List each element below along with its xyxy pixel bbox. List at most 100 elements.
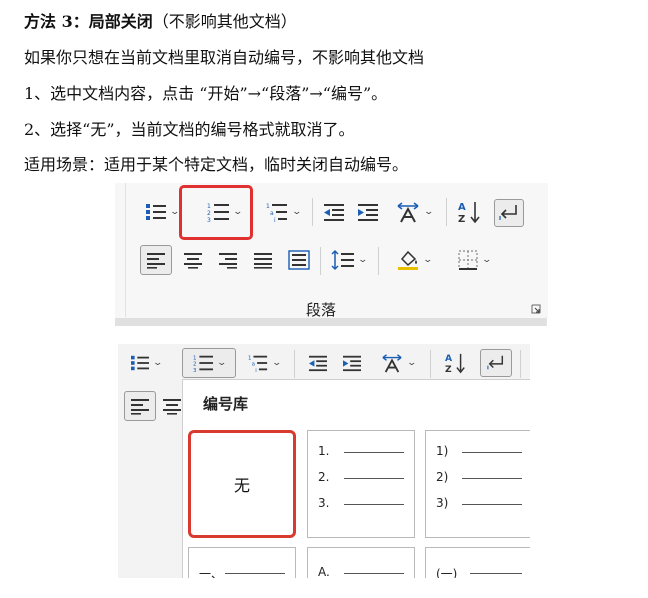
svg-text:1: 1: [193, 355, 196, 361]
multilevel-chevron-icon[interactable]: ⌄: [272, 358, 283, 368]
sort-icon: A Z: [458, 202, 480, 224]
multilevel-list-button[interactable]: 1 a i ⌄: [260, 197, 306, 227]
numbering-highlight: [179, 185, 253, 240]
paragraph-ribbon-panel: ⌄ 1 2 3 ⌄ 1 a i ⌄ ⌄ A Z ⌄ ⌄ ⌄ 段落: [115, 183, 548, 326]
numbering-rule: [470, 573, 522, 574]
decrease-indent-button[interactable]: [320, 197, 348, 227]
numbering-none-label: 无: [233, 476, 250, 495]
doc-line-step1: 1、选中文档内容，点击 “开始”→“段落”→“编号”。: [24, 84, 388, 103]
bullets-chevron-icon[interactable]: ⌄: [153, 358, 164, 368]
multilevel-list-icon: 1 a i: [266, 203, 288, 223]
numbering-label: 3.: [318, 496, 330, 510]
multilevel-chevron-icon[interactable]: ⌄: [292, 207, 303, 217]
align-left-button[interactable]: [140, 245, 172, 275]
sort-button[interactable]: A Z: [454, 197, 486, 227]
show-marks-button[interactable]: [480, 349, 512, 377]
numbering-line: 3): [436, 496, 522, 511]
align-left-icon: [131, 399, 149, 415]
text-direction-icon: [382, 354, 402, 373]
doc-line-scenario: 适用场景：适用于某个特定文档，临时关闭自动编号。: [24, 155, 409, 174]
numbering-line: 3.: [318, 496, 404, 511]
borders-button[interactable]: ⌄: [448, 245, 500, 275]
svg-text:3: 3: [193, 368, 197, 373]
align-left-icon: [147, 253, 165, 269]
shading-button[interactable]: ⌄: [386, 245, 442, 275]
numbering-option-none[interactable]: 无: [188, 430, 296, 538]
doc-line-step2: 2、选择“无”，当前文档的编号格式就取消了。: [24, 120, 355, 139]
sort-button[interactable]: A Z: [440, 348, 472, 378]
decrease-indent-icon: [309, 355, 327, 372]
numbering-icon: 1 2 3: [193, 355, 214, 373]
dialog-launcher-icon[interactable]: [531, 304, 541, 314]
decrease-indent-button[interactable]: [304, 348, 332, 378]
justify-icon: [254, 253, 272, 269]
align-right-button[interactable]: [213, 245, 243, 275]
justify-button[interactable]: [248, 245, 278, 275]
multilevel-list-icon: 1 a i: [248, 355, 268, 373]
separator: [378, 247, 379, 275]
panel-shadow: [115, 318, 546, 326]
shading-icon: [398, 250, 419, 270]
bullets-icon: [131, 355, 150, 371]
text-direction-icon: [397, 202, 419, 223]
line-spacing-chevron-icon[interactable]: ⌄: [358, 255, 369, 265]
borders-chevron-icon[interactable]: ⌄: [482, 255, 493, 265]
numbering-rule: [344, 478, 404, 479]
paragraph-group-label: 段落: [306, 301, 337, 319]
svg-text:Z: Z: [445, 364, 452, 374]
numbering-chevron-icon[interactable]: ⌄: [217, 358, 228, 368]
numbering-option-chinese-paren[interactable]: (一): [425, 547, 530, 578]
numbering-rule: [225, 573, 285, 574]
separator: [312, 198, 313, 226]
increase-indent-icon: [358, 204, 378, 221]
line-spacing-button[interactable]: ⌄: [326, 245, 372, 275]
numbering-label: 2.: [318, 470, 330, 484]
show-marks-icon: [499, 205, 517, 220]
paragraph-group: ⌄ 1 2 3 ⌄ 1 a i ⌄ ⌄ A Z ⌄ ⌄ ⌄ 段落: [125, 183, 548, 319]
numbering-label: 3): [436, 496, 449, 510]
distributed-button[interactable]: [284, 245, 314, 275]
separator: [520, 350, 521, 378]
numbering-dropdown-panel: ⌄ 1 2 3 ⌄ 1 a i ⌄ ⌄ A Z 编号库 无 1. 2. 3. 1…: [118, 344, 530, 578]
separator: [294, 350, 295, 378]
svg-text:1: 1: [266, 203, 270, 210]
numbering-line: A.: [318, 565, 404, 578]
increase-indent-button[interactable]: [354, 197, 382, 227]
align-left-button[interactable]: [124, 391, 156, 421]
numbering-label: 1.: [318, 444, 330, 458]
svg-text:1: 1: [248, 355, 251, 361]
align-center-icon: [184, 253, 202, 269]
numbering-line: 2): [436, 470, 522, 485]
increase-indent-button[interactable]: [338, 348, 366, 378]
svg-text:i: i: [274, 217, 276, 223]
method-heading: 方法 3：局部关闭（不影响其他文档）: [24, 8, 297, 32]
align-center-button[interactable]: [178, 245, 208, 275]
numbering-option-chinese[interactable]: 一、: [188, 547, 296, 578]
separator: [430, 350, 431, 378]
bullets-button[interactable]: ⌄: [126, 348, 166, 378]
text-direction-button[interactable]: ⌄: [390, 197, 438, 227]
align-center-button[interactable]: [162, 391, 182, 421]
align-right-icon: [219, 253, 237, 269]
text-direction-chevron-icon[interactable]: ⌄: [407, 358, 418, 368]
show-marks-button[interactable]: [494, 199, 524, 227]
numbering-library-title: 编号库: [203, 395, 249, 413]
show-marks-icon: [487, 355, 504, 370]
numbering-button-active[interactable]: 1 2 3 ⌄: [182, 348, 236, 378]
numbering-option-uppercase-letter[interactable]: A.: [307, 547, 415, 578]
numbering-line: 2.: [318, 470, 404, 485]
numbering-option-decimal-dot[interactable]: 1. 2. 3.: [307, 430, 415, 538]
multilevel-list-button[interactable]: 1 a i ⌄: [242, 348, 286, 378]
numbering-rule: [344, 452, 404, 453]
numbering-line: 一、: [199, 566, 285, 578]
numbering-option-decimal-paren[interactable]: 1) 2) 3): [425, 430, 530, 538]
text-direction-chevron-icon[interactable]: ⌄: [424, 207, 435, 217]
method-heading-strong: 方法 3：局部关闭: [24, 12, 153, 31]
bullets-icon: [146, 204, 167, 220]
text-direction-button[interactable]: ⌄: [374, 348, 422, 378]
shading-chevron-icon[interactable]: ⌄: [423, 255, 434, 265]
numbering-line: 1): [436, 444, 522, 459]
numbering-label: 一、: [199, 567, 224, 578]
numbering-label: 1): [436, 444, 449, 458]
bullets-button[interactable]: ⌄: [140, 197, 184, 227]
